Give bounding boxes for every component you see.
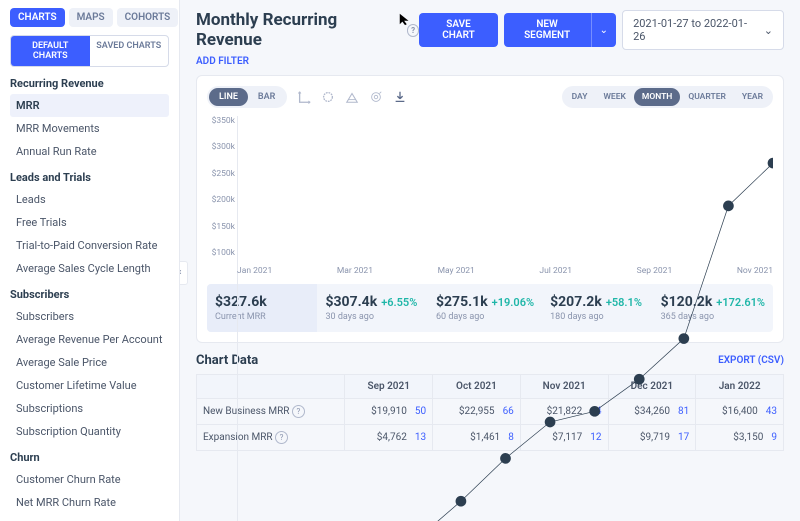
chart-toolbar: LINE BAR DAY WEEK MONTH QUARTER bbox=[207, 86, 773, 108]
trendline-icon[interactable] bbox=[345, 90, 359, 104]
tab-cohorts[interactable]: COHORTS bbox=[117, 8, 179, 27]
period-week[interactable]: WEEK bbox=[595, 88, 633, 106]
y-tick: $100k bbox=[207, 248, 235, 258]
nav-header-subscribers: Subscribers bbox=[10, 288, 169, 301]
x-tick: Sep 2021 bbox=[637, 266, 673, 276]
add-filter-button[interactable]: ADD FILTER bbox=[196, 56, 784, 67]
main-tabs: CHARTS MAPS COHORTS bbox=[10, 8, 169, 27]
toolbar-left: LINE BAR bbox=[207, 86, 407, 108]
chart-type-toggle: LINE BAR bbox=[207, 86, 287, 108]
new-segment-dropdown[interactable]: ⌄ bbox=[591, 13, 616, 47]
nav-item-subscribers[interactable]: Subscribers bbox=[10, 305, 169, 328]
main-content: ‹ Monthly Recurring Revenue ? SAVE CHART… bbox=[180, 0, 800, 521]
target-icon[interactable] bbox=[369, 90, 383, 104]
nav-item-mrr[interactable]: MRR bbox=[10, 94, 169, 117]
nav-header-recurring-revenue: Recurring Revenue bbox=[10, 77, 169, 90]
nav-item-cltv[interactable]: Customer Lifetime Value bbox=[10, 374, 169, 397]
page-title-text: Monthly Recurring Revenue bbox=[196, 10, 403, 50]
nav-item-net-mrr-churn[interactable]: Net MRR Churn Rate bbox=[10, 491, 169, 514]
y-axis-labels: $350k $300k $250k $200k $150k $100k bbox=[207, 116, 235, 258]
chart-panel: LINE BAR DAY WEEK MONTH QUARTER bbox=[196, 75, 784, 343]
date-range-text: 2021-01-27 to 2022-01-26 bbox=[633, 17, 756, 43]
nav-item-trial-paid[interactable]: Trial-to-Paid Conversion Rate bbox=[10, 234, 169, 257]
page-title: Monthly Recurring Revenue ? bbox=[196, 10, 419, 50]
period-toggle: DAY WEEK MONTH QUARTER YEAR bbox=[562, 86, 773, 108]
period-month[interactable]: MONTH bbox=[634, 88, 680, 106]
tab-charts[interactable]: CHARTS bbox=[10, 8, 65, 27]
x-tick: Jan 2021 bbox=[237, 266, 272, 276]
period-quarter[interactable]: QUARTER bbox=[680, 88, 734, 106]
y-tick: $200k bbox=[207, 195, 235, 205]
x-axis-labels: Jan 2021 Mar 2021 May 2021 Jul 2021 Sep … bbox=[237, 266, 773, 276]
tab-maps[interactable]: MAPS bbox=[69, 8, 113, 27]
chart-type-line[interactable]: LINE bbox=[209, 88, 248, 106]
y-tick: $150k bbox=[207, 222, 235, 232]
chart-tool-icons bbox=[297, 90, 407, 104]
page-header: Monthly Recurring Revenue ? SAVE CHART N… bbox=[196, 10, 784, 50]
nav-item-leads[interactable]: Leads bbox=[10, 188, 169, 211]
x-tick: Nov 2021 bbox=[737, 266, 773, 276]
new-segment-group: NEW SEGMENT ⌄ bbox=[504, 13, 617, 47]
nav-item-arpa[interactable]: Average Revenue Per Account bbox=[10, 328, 169, 351]
line-chart bbox=[237, 116, 773, 521]
nav-item-subscriptions[interactable]: Subscriptions bbox=[10, 397, 169, 420]
nav-item-customer-churn[interactable]: Customer Churn Rate bbox=[10, 468, 169, 491]
nav-item-annual-run-rate[interactable]: Annual Run Rate bbox=[10, 140, 169, 163]
x-tick: May 2021 bbox=[438, 266, 475, 276]
date-range-picker[interactable]: 2021-01-27 to 2022-01-26 ⌄ bbox=[622, 10, 784, 50]
period-year[interactable]: YEAR bbox=[734, 88, 771, 106]
nav-item-sales-cycle[interactable]: Average Sales Cycle Length bbox=[10, 257, 169, 280]
nav-header-leads: Leads and Trials bbox=[10, 171, 169, 184]
chart-subtabs: DEFAULT CHARTS SAVED CHARTS bbox=[10, 35, 169, 67]
nav-item-free-trials[interactable]: Free Trials bbox=[10, 211, 169, 234]
nav-item-asp[interactable]: Average Sale Price bbox=[10, 351, 169, 374]
axis-icon[interactable] bbox=[297, 90, 311, 104]
new-segment-button[interactable]: NEW SEGMENT bbox=[504, 13, 591, 47]
sidebar: CHARTS MAPS COHORTS DEFAULT CHARTS SAVED… bbox=[0, 0, 180, 521]
save-chart-button[interactable]: SAVE CHART bbox=[419, 13, 497, 47]
nav-header-churn: Churn bbox=[10, 451, 169, 464]
chart-area: $350k $300k $250k $200k $150k $100k Jan … bbox=[237, 116, 773, 276]
chevron-down-icon: ⌄ bbox=[764, 24, 773, 37]
period-day[interactable]: DAY bbox=[564, 88, 596, 106]
y-tick: $250k bbox=[207, 169, 235, 179]
annotation-icon[interactable] bbox=[321, 90, 335, 104]
y-tick: $300k bbox=[207, 142, 235, 152]
x-tick: Mar 2021 bbox=[337, 266, 373, 276]
chart-type-bar[interactable]: BAR bbox=[248, 88, 285, 106]
download-icon[interactable] bbox=[393, 90, 407, 104]
subtab-default[interactable]: DEFAULT CHARTS bbox=[11, 36, 90, 66]
nav-item-sub-qty[interactable]: Subscription Quantity bbox=[10, 420, 169, 443]
x-tick: Jul 2021 bbox=[539, 266, 572, 276]
subtab-saved[interactable]: SAVED CHARTS bbox=[90, 36, 169, 66]
chevron-down-icon: ⌄ bbox=[600, 25, 608, 36]
header-actions: SAVE CHART NEW SEGMENT ⌄ 2021-01-27 to 2… bbox=[419, 10, 784, 50]
sidebar-collapse-button[interactable]: ‹ bbox=[180, 261, 188, 285]
y-tick: $350k bbox=[207, 116, 235, 126]
help-icon[interactable]: ? bbox=[407, 24, 420, 37]
nav-item-mrr-movements[interactable]: MRR Movements bbox=[10, 117, 169, 140]
